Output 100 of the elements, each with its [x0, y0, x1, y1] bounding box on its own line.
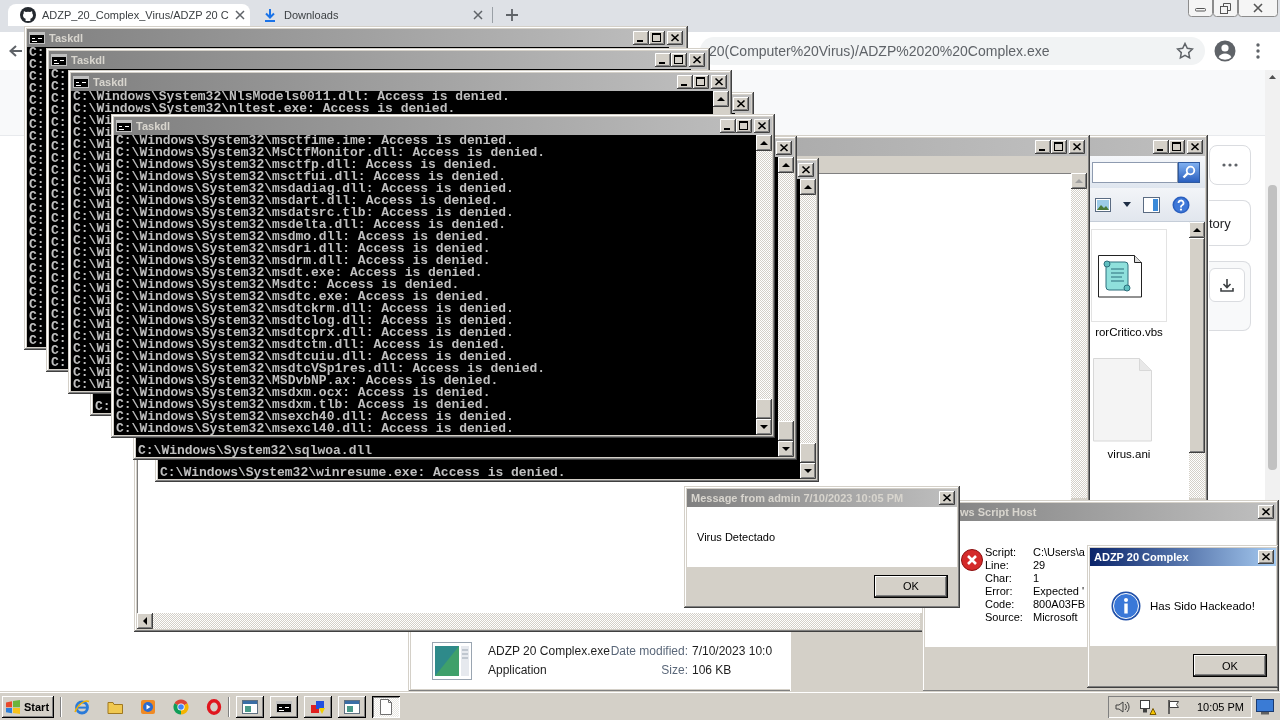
console-line: C:\Wi — [73, 187, 112, 199]
field-value: C:\Users\a — [1033, 546, 1085, 559]
console-line: C: — [29, 275, 45, 287]
console-line: C: — [51, 93, 67, 105]
console-line: C:\Windows\System32\msdxm.tlb: Access is denied. — [116, 399, 491, 411]
console-line: C: — [51, 165, 67, 177]
console-line: C:\Wi — [73, 259, 112, 271]
console-line: C: — [29, 227, 45, 239]
console-line: C: — [29, 203, 45, 215]
console-line: C:\Windows\System32\Msdtc: Access is denied. — [116, 279, 460, 291]
console-line: C: — [51, 333, 67, 345]
console-line: C: — [51, 213, 67, 225]
console-line: C:\Wi — [73, 127, 112, 139]
console-line: C:\Wi — [73, 115, 112, 127]
console-line: C: — [51, 153, 67, 165]
console-line: C:\Windows\System32\msdtcuiu.dll: Access is denied. — [116, 351, 514, 363]
console-line: C:\Wi — [73, 295, 112, 307]
console-line: C:\Windows\System32\MSDvbNP.ax: Access is denied. — [116, 375, 499, 387]
console-line: C:\Windows\System32\msdxm.ocx: Access is denied. — [116, 387, 491, 399]
console-line: C:\Windows\System32\msctfui.dll: Access is denied. — [116, 171, 507, 183]
console-line: C: — [51, 237, 67, 249]
console-line: C:\Windows\System32\nltest.exe: Access is denied. — [73, 103, 456, 115]
console-line: C: — [29, 191, 45, 203]
console-line: C:\Windows\System32\msdtctm.dll: Access is denied. — [116, 339, 507, 351]
console-line: C:\Wi — [73, 367, 112, 379]
console-line: C:\Windows\System32\msdtcVSp1res.dll: Access is denied. — [116, 363, 546, 375]
field-value: Expected ' — [1033, 585, 1085, 598]
console-line: C: — [29, 239, 45, 251]
console-line: C: — [51, 117, 67, 129]
console-line: C: — [29, 59, 45, 71]
console-line: C: — [51, 225, 67, 237]
field-label: Line: — [985, 559, 1009, 572]
card-text: tory — [1209, 215, 1231, 231]
console-line: C: — [51, 105, 67, 117]
console-line: C: — [51, 345, 67, 357]
window-title: ws Script Host — [960, 506, 1037, 518]
field-value: 800A03FB — [1033, 598, 1085, 611]
file-name: ADZP 20 Complex.exe — [488, 644, 610, 658]
console-line: C:\Wi — [73, 175, 112, 187]
console-line: C: — [29, 95, 45, 107]
console-line: C: — [29, 179, 45, 191]
clock: 10:05 PM — [1196, 700, 1244, 713]
console-line: C:\Windows\System32\msexcl40.dll: Access is denied. — [116, 423, 514, 435]
console-line: C: — [51, 177, 67, 189]
file-name: virus.ani — [1107, 447, 1151, 461]
console-line: C:\Windows\System32\msdmo.dll: Access is denied. — [116, 231, 491, 243]
field-value: 7/10/2023 10:0 — [692, 644, 773, 658]
field-label: Size: — [661, 663, 688, 677]
console-line: C: — [51, 297, 67, 309]
console-line: C:\Windows\System32\msdelta.dll: Access is denied. — [116, 219, 507, 231]
console-line: C: — [29, 155, 45, 167]
console-line: C:\Windows\System32\msdart.dll: Access is denied. — [116, 195, 499, 207]
console-line: C: — [51, 141, 67, 153]
console-line: C: — [51, 273, 67, 285]
console-line: C:\Windows\System32\msdtckrm.dll: Access is denied. — [116, 303, 514, 315]
field-label: Char: — [985, 572, 1012, 585]
console-line: C:\Windows\System32\msdatsrc.tlb: Access is denied. — [116, 207, 514, 219]
console-line: C:\Wi — [73, 331, 112, 343]
console-line: C: — [51, 261, 67, 273]
console-line: C:\Wi — [73, 235, 112, 247]
console-line: C:\Windows\System32\sqlwoa.dll — [138, 445, 373, 457]
window-title: Taskdl — [136, 120, 171, 132]
console-line: C: — [29, 47, 45, 59]
console-line: C: — [29, 119, 45, 131]
console-line: C: — [51, 285, 67, 297]
console-line: C:\Wi — [73, 151, 112, 163]
console-line: C:\Wi — [73, 271, 112, 283]
console-line: C:\Wi — [73, 355, 112, 367]
field-label: Date modified: — [610, 644, 688, 658]
file-name: rorCritico.vbs — [1095, 325, 1163, 339]
console-line: C:\Windows\System32\msdtc.exe: Access is denied. — [116, 291, 491, 303]
console-line: C: — [51, 201, 67, 213]
console-line: C:\Wi — [73, 211, 112, 223]
console-line: C:\Windows\System32\msdt.exe: Access is denied. — [116, 267, 483, 279]
field-value: 29 — [1033, 559, 1046, 572]
console-line: C:\Windows\System32\msdrm.dll: Access is denied. — [116, 255, 491, 267]
console-line: C: — [29, 311, 45, 323]
console-line: C: — [29, 323, 45, 335]
console-line: C:\Windows\System32\msctfp.dll: Access is denied. — [116, 159, 499, 171]
console-line: C:\Wi — [73, 163, 112, 175]
field-label: Code: — [985, 598, 1015, 611]
console-line: C: — [29, 167, 45, 179]
console-line: C: — [29, 287, 45, 299]
console-line: C:\Wi — [73, 199, 112, 211]
console-line: C: — [95, 401, 111, 413]
console-line: C:\Windows\System32\msdtcprx.dll: Access is denied. — [116, 327, 514, 339]
console-line: C:\Windows\System32\winresume.exe: Access is denied. — [160, 467, 566, 479]
console-line: C: — [29, 143, 45, 155]
console-line: C:\Wi — [73, 379, 112, 391]
console-line: C: — [29, 251, 45, 263]
window-title: Taskdl — [93, 76, 128, 88]
console-line: C: — [51, 249, 67, 261]
console-line: C: — [51, 321, 67, 333]
console-line: C: — [51, 81, 67, 93]
console-line: C: — [29, 131, 45, 143]
console-line: C: — [51, 129, 67, 141]
console-line: C: — [29, 107, 45, 119]
field-label: Script: — [985, 546, 1017, 559]
message-text: Virus Detectado — [697, 531, 776, 543]
console-line: C: — [29, 71, 45, 83]
